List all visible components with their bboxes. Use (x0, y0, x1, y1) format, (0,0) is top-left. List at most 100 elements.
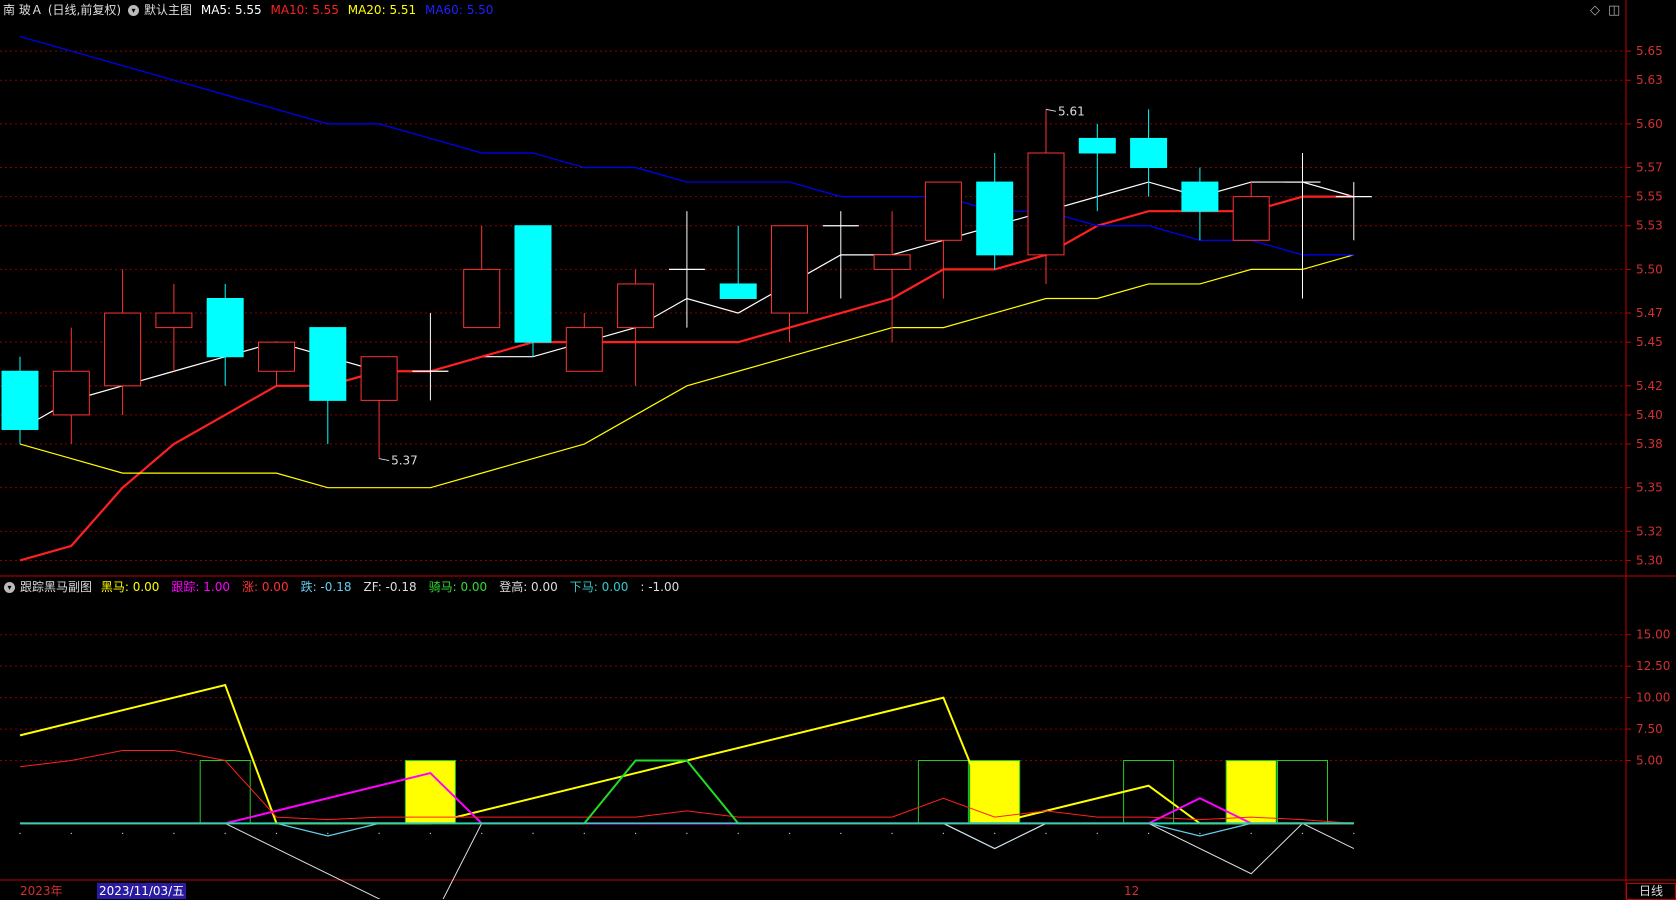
candle-body (719, 283, 757, 299)
price-tick-label: 5.38 (1636, 437, 1663, 451)
high-annotation: 5.61 (1058, 104, 1085, 118)
candle-body (463, 268, 501, 329)
candle-body (1232, 196, 1270, 241)
sub-line-ZF (20, 822, 1355, 899)
candle-body (360, 356, 398, 401)
baseline-dot (942, 832, 945, 835)
stock-name: 南 玻Ａ (3, 3, 43, 17)
baseline-dot (994, 832, 996, 835)
ma60-label: MA60: 5.50 (424, 3, 494, 17)
price-tick-label: 5.45 (1636, 335, 1663, 349)
price-tick-label: 5.50 (1636, 262, 1663, 276)
signal-box (969, 760, 1021, 824)
signal-box (917, 760, 969, 824)
sub-chart-title[interactable]: 跟踪黑马副图 (20, 580, 92, 594)
baseline-dot (1147, 832, 1150, 835)
signal-box (404, 760, 456, 824)
baseline-dot (173, 832, 175, 835)
price-tick-label: 5.30 (1636, 553, 1663, 567)
chevron-down-icon[interactable]: ▾ (128, 5, 140, 16)
sub-chart-indicators: 黑马: 0.00 跟踪: 1.00 涨: 0.00 跌: -0.18 ZF: -0.18… (101, 580, 691, 594)
year-label: 2023年 (20, 884, 63, 898)
ma10-label: MA10: 5.55 (270, 3, 339, 17)
candle-body (873, 254, 911, 270)
price-tick-label: 5.60 (1636, 117, 1663, 131)
price-tick-label: 5.55 (1636, 190, 1663, 204)
candle-body (1181, 181, 1219, 212)
sub-tick-label: 12.50 (1636, 659, 1670, 673)
candle-body (924, 181, 962, 241)
baseline-dot (840, 832, 842, 835)
sub-line-跌 (20, 822, 1354, 850)
baseline-dot (481, 832, 483, 835)
sub-indicator-4: ZF: -0.18 (363, 580, 417, 594)
baseline-dot (275, 832, 278, 835)
diamond-icon[interactable]: ◇ (1590, 3, 1600, 18)
sub-tick-label: 5.00 (1636, 754, 1663, 768)
baseline-dot (1301, 832, 1304, 835)
sub-indicator-3: 跌: -0.18 (300, 580, 352, 594)
price-tick-label: 5.42 (1636, 379, 1663, 393)
sub-indicator-0: 黑马: 0.00 (100, 580, 160, 594)
sub-indicator-2: 涨: 0.00 (242, 580, 289, 594)
candle-body (1027, 152, 1065, 256)
sub-tick-label: 10.00 (1636, 691, 1670, 705)
template-name[interactable]: 默认主图 (144, 3, 192, 17)
high-annotation-pointer (1045, 108, 1057, 112)
cursor-date-label: 2023/11/03/五 (97, 883, 187, 899)
month-mark: 12 (1124, 884, 1140, 898)
sub-indicator-6: 登高: 0.00 (499, 580, 558, 594)
period-button[interactable]: 日线 (1626, 883, 1676, 900)
sub-indicator-7: 下马: 0.00 (569, 580, 629, 594)
candle-body (565, 327, 603, 372)
candle-body (206, 298, 244, 358)
sub-tick-label: 7.50 (1636, 722, 1663, 736)
baseline-dot (1199, 832, 1201, 835)
baseline-dot (1045, 832, 1047, 835)
price-tick-label: 5.32 (1636, 524, 1663, 538)
baseline-dot (1096, 832, 1099, 835)
sub-indicator-1: 跟踪: 1.00 (171, 580, 230, 594)
period-label: (日线,前复权) (47, 3, 122, 17)
candle-body (52, 370, 90, 416)
candle-body (771, 225, 808, 314)
price-tick-label: 5.35 (1636, 481, 1663, 495)
baseline-dot (583, 832, 585, 835)
main-chart-header: 南 玻Ａ (日线,前复权) ▾ 默认主图 MA5: 5.55 MA10: 5.55 M… (0, 0, 498, 20)
baseline-dot (327, 832, 329, 835)
signal-box (199, 760, 251, 824)
baseline-dot (121, 832, 124, 835)
baseline-dot (737, 832, 739, 835)
baseline-dot (686, 832, 688, 835)
baseline-dot (634, 832, 637, 835)
price-tick-label: 5.57 (1636, 161, 1663, 175)
candle-body (309, 327, 347, 401)
baseline-dot (532, 832, 534, 835)
candle-body (1078, 137, 1116, 154)
candle-body (1, 370, 39, 430)
restore-window-icon[interactable]: ◫ (1608, 3, 1620, 18)
candle-body (104, 312, 142, 387)
candle-body (617, 283, 655, 329)
price-tick-label: 5.47 (1636, 306, 1663, 320)
candle-body (1130, 137, 1168, 169)
ma5-label: MA5: 5.55 (200, 3, 262, 17)
low-annotation: 5.37 (391, 454, 418, 468)
candle-body (258, 341, 295, 372)
signal-box (1277, 760, 1328, 824)
candle-body (976, 181, 1014, 256)
candle-body (514, 225, 552, 343)
baseline-dot (788, 832, 791, 835)
chart-canvas[interactable]: 5.65 5.63 5.60 5.57 5.55 5.53 5.50 5.47 5.45 5.42… (0, 0, 1676, 899)
baseline-dot (19, 832, 21, 835)
sub-indicator-8: : -1.00 (640, 580, 680, 594)
baseline-dot (891, 832, 893, 835)
baseline-dot (1353, 832, 1355, 835)
chevron-down-icon[interactable]: ▾ (4, 582, 15, 593)
sub-indicator-5: 骑马: 0.00 (428, 580, 488, 594)
baseline-dot (429, 832, 432, 835)
ma20-label: MA20: 5.51 (347, 3, 417, 17)
price-tick-label: 5.40 (1636, 408, 1663, 422)
baseline-dot (378, 832, 380, 835)
sub-tick-label: 15.00 (1636, 628, 1670, 642)
